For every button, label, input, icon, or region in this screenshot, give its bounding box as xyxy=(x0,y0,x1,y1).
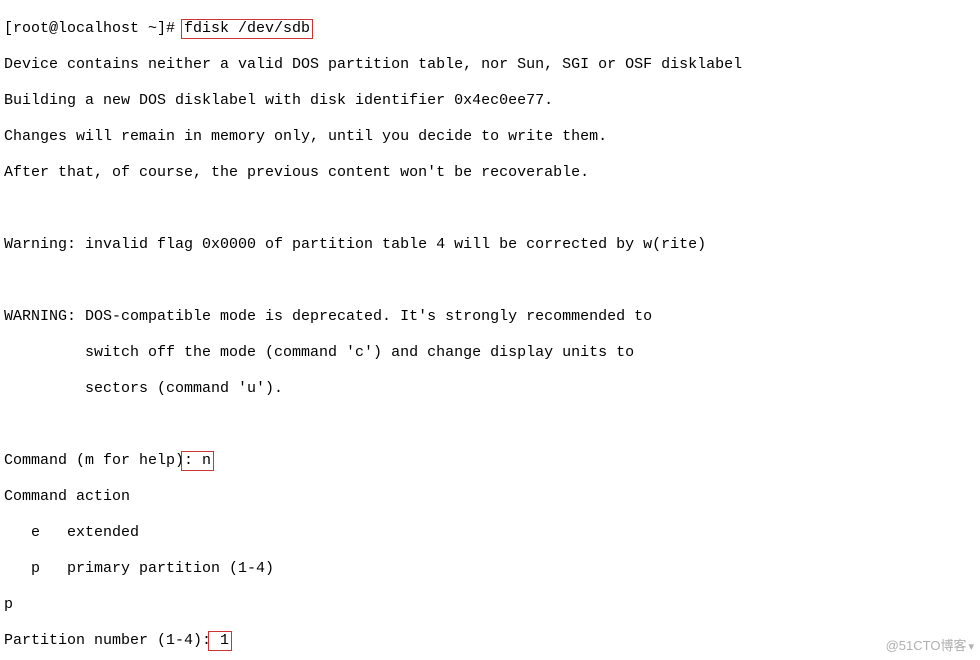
output-line: p xyxy=(4,596,976,614)
output-line: sectors (command 'u'). xyxy=(4,380,976,398)
cmd-prompt-line: Command (m for help): n xyxy=(4,452,976,470)
partition-number-line: Partition number (1-4): 1 xyxy=(4,632,976,650)
output-line: Changes will remain in memory only, unti… xyxy=(4,128,976,146)
blank-line xyxy=(4,272,976,290)
output-line: p primary partition (1-4) xyxy=(4,560,976,578)
output-line: e extended xyxy=(4,524,976,542)
blank-line xyxy=(4,416,976,434)
output-line: WARNING: DOS-compatible mode is deprecat… xyxy=(4,308,976,326)
cmd-fdisk: fdisk /dev/sdb xyxy=(181,19,313,39)
output-line: Warning: invalid flag 0x0000 of partitio… xyxy=(4,236,976,254)
terminal-output[interactable]: [root@localhost ~]# fdisk /dev/sdb Devic… xyxy=(0,0,980,660)
output-line: switch off the mode (command 'c') and ch… xyxy=(4,344,976,362)
cmd-input-n: : n xyxy=(181,451,214,471)
shell-prompt: [root@localhost ~]# xyxy=(4,20,184,37)
partition-number-input: 1 xyxy=(208,631,232,651)
output-line: Command action xyxy=(4,488,976,506)
chevron-down-icon: ▾ xyxy=(968,641,974,653)
prompt-line-1: [root@localhost ~]# fdisk /dev/sdb xyxy=(4,20,976,38)
cmd-prompt: Command (m for help) xyxy=(4,452,184,469)
watermark-label: @51CTO博客▾ xyxy=(886,637,974,656)
blank-line xyxy=(4,200,976,218)
output-line: After that, of course, the previous cont… xyxy=(4,164,976,182)
partition-number-prompt: Partition number (1-4): xyxy=(4,632,211,649)
output-line: Building a new DOS disklabel with disk i… xyxy=(4,92,976,110)
output-line: Device contains neither a valid DOS part… xyxy=(4,56,976,74)
watermark-text: @51CTO博客 xyxy=(886,638,967,653)
